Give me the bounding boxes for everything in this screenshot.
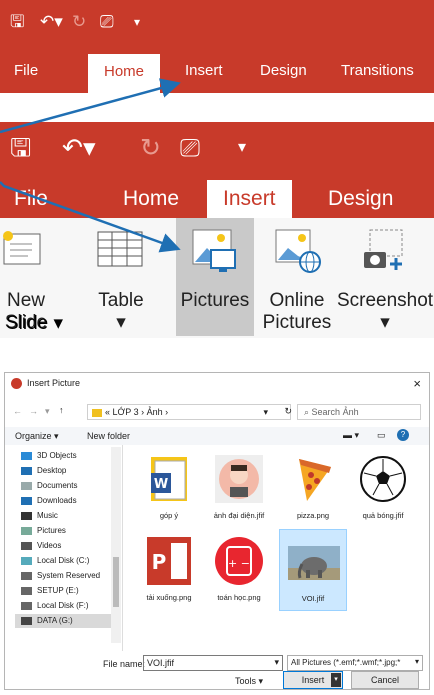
file-item[interactable]: ảnh đại diện.jfif <box>205 451 273 529</box>
search-icon: ⌕ <box>304 407 312 417</box>
folder-icon <box>92 408 102 417</box>
filename-label: File name: <box>103 659 146 669</box>
recent-dropdown-icon[interactable]: ▾ <box>45 406 50 417</box>
nav-item-desktop[interactable]: Desktop <box>15 464 117 478</box>
file-name: VOI.jfif <box>301 594 325 603</box>
svg-text:P: P <box>152 550 167 574</box>
new-folder-button[interactable]: New folder <box>87 431 130 441</box>
nav-item-setup-e[interactable]: SETUP (E:) <box>15 584 117 598</box>
help-icon[interactable]: ? <box>397 429 409 441</box>
dialog-titlebar: Insert Picture × <box>5 373 429 395</box>
word-file-icon: W <box>151 457 187 501</box>
search-input[interactable]: ⌕ Search Ảnh <box>297 404 421 420</box>
file-item-selected[interactable]: VOI.jfif <box>279 529 347 611</box>
filename-dropdown-icon[interactable]: ▾ <box>274 657 279 668</box>
cancel-button[interactable]: Cancel <box>351 671 419 689</box>
file-name: toán học.png <box>217 593 261 602</box>
annotation-arrows <box>0 78 181 253</box>
file-name: ảnh đại diện.jfif <box>213 511 265 520</box>
file-item[interactable]: quả bóng.jfif <box>349 451 417 529</box>
nav-item-music[interactable]: Music <box>15 509 117 523</box>
up-icon[interactable]: ↑ <box>59 405 64 415</box>
pizza-icon <box>299 459 331 501</box>
address-bar[interactable]: « LỚP 3 › Ảnh › ▾ ↻ <box>87 404 292 420</box>
nav-item-pictures[interactable]: Pictures <box>15 524 117 538</box>
insert-dropdown-icon[interactable]: ▾ <box>331 673 341 687</box>
view-icon[interactable]: ▬ ▾ <box>343 430 359 441</box>
insert-picture-dialog: Insert Picture × ← → ▾ ↑ « LỚP 3 › Ảnh ›… <box>4 372 430 690</box>
dialog-title: Insert Picture <box>27 378 81 388</box>
arrow-to-pictures <box>0 181 181 253</box>
command-bar: Organize ▾ New folder ▬ ▾ ▭ ? <box>5 427 429 445</box>
nav-item-local-disk-c[interactable]: Local Disk (C:) <box>15 554 117 568</box>
arrow-to-insert-tab <box>0 78 181 134</box>
file-item[interactable]: pizza.png <box>279 451 347 529</box>
nav-item-system-reserved[interactable]: System Reserved <box>15 569 117 583</box>
file-name: pizza.png <box>296 511 330 520</box>
file-item[interactable]: W góp ý <box>135 451 203 529</box>
file-name: quả bóng.jfif <box>362 511 404 520</box>
nav-item-documents[interactable]: Documents <box>15 479 117 493</box>
file-name: góp ý <box>159 511 179 520</box>
svg-text:W: W <box>154 477 168 492</box>
address-dropdown-icon[interactable]: ▾ <box>263 407 268 418</box>
refresh-icon[interactable]: ↻ <box>284 406 292 417</box>
powerpoint-file-icon: P <box>147 537 191 585</box>
nav-item-3d-objects[interactable]: 3D Objects <box>15 449 117 463</box>
forward-icon[interactable]: → <box>29 406 38 416</box>
organize-button[interactable]: Organize ▾ <box>15 431 59 442</box>
search-placeholder: Search Ảnh <box>311 407 359 417</box>
file-type-filter[interactable]: All Pictures (*.emf;*.wmf;*.jpg;* ▾ <box>287 655 423 671</box>
tools-button[interactable]: Tools ▾ <box>235 676 263 687</box>
insert-button[interactable]: Insert ▾ <box>283 671 343 689</box>
nav-item-downloads[interactable]: Downloads <box>15 494 117 508</box>
navigation-pane: 3D Objects Desktop Documents Downloads M… <box>5 445 123 651</box>
avatar-icon <box>215 455 263 503</box>
nav-scroll-thumb[interactable] <box>113 557 119 607</box>
nav-item-data-g[interactable]: DATA (G:) <box>15 614 117 628</box>
math-icon: + − <box>215 537 263 585</box>
file-name: tải xuống.png <box>146 593 192 602</box>
close-button[interactable]: × <box>413 376 421 391</box>
svg-text:+ −: + − <box>228 557 250 570</box>
back-icon[interactable]: ← <box>13 406 22 416</box>
filename-input[interactable]: VOI.jfif ▾ <box>143 655 283 671</box>
breadcrumb: « LỚP 3 › Ảnh › <box>105 407 169 417</box>
preview-pane-icon[interactable]: ▭ <box>377 430 386 441</box>
filter-dropdown-icon: ▾ <box>414 657 419 666</box>
nav-item-videos[interactable]: Videos <box>15 539 117 553</box>
file-item[interactable]: + − toán học.png <box>205 533 273 611</box>
ball-icon <box>360 456 406 502</box>
file-item[interactable]: P tải xuống.png <box>135 533 203 611</box>
elephant-image <box>288 546 340 580</box>
nav-scrollbar[interactable] <box>111 447 121 643</box>
powerpoint-icon <box>11 378 22 389</box>
nav-item-local-disk-f[interactable]: Local Disk (F:) <box>15 599 117 613</box>
